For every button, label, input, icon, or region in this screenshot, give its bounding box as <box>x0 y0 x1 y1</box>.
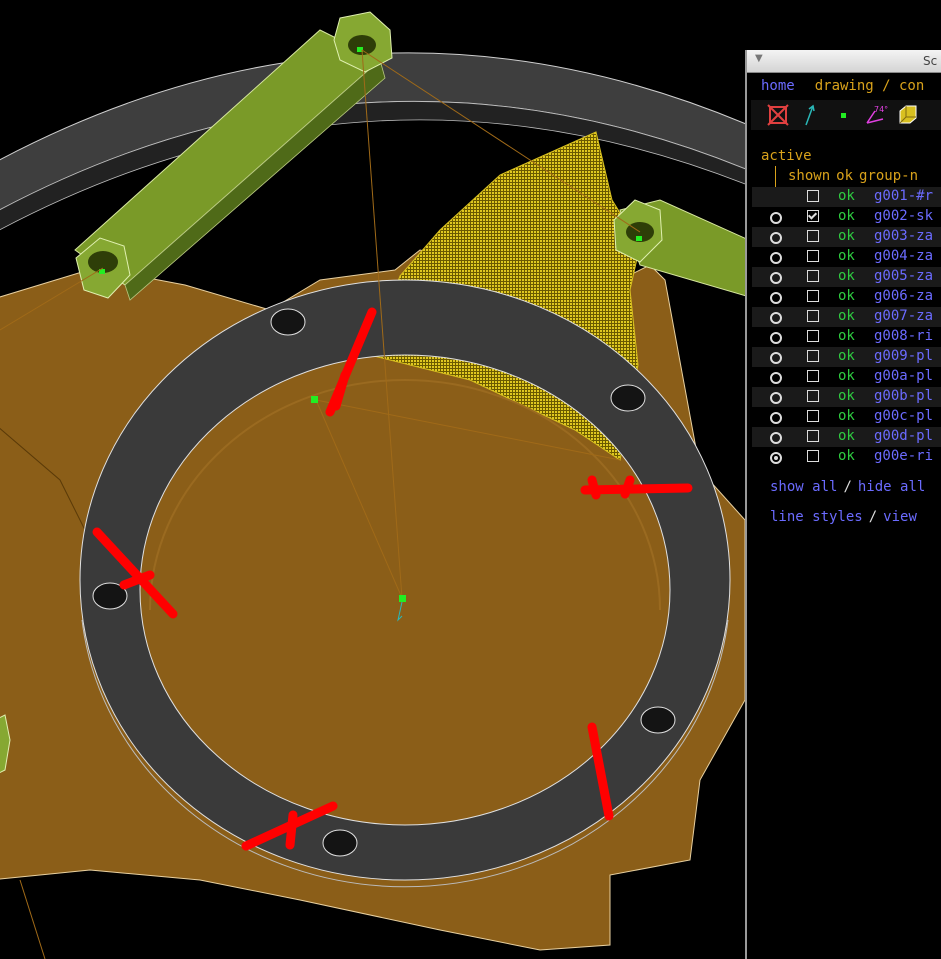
normal-arrow-icon[interactable] <box>797 103 823 127</box>
active-radio[interactable] <box>770 332 782 344</box>
group-name-link[interactable]: g003-za <box>874 228 933 244</box>
group-row[interactable]: ok g00e-ri <box>752 447 941 467</box>
ok-status: ok <box>838 448 855 464</box>
group-name-link[interactable]: g00a-pl <box>874 368 933 384</box>
point-icon[interactable] <box>831 103 857 127</box>
group-row[interactable]: ok g007-za <box>752 307 941 327</box>
display-toolbar: 74° <box>751 100 941 130</box>
shown-checkbox[interactable] <box>807 430 819 442</box>
shown-checkbox[interactable] <box>807 290 819 302</box>
angle-label: 74° <box>874 105 888 114</box>
ok-status: ok <box>838 268 855 284</box>
active-radio[interactable] <box>770 412 782 424</box>
shown-checkbox[interactable] <box>807 190 819 202</box>
group-name-link[interactable]: g005-za <box>874 268 933 284</box>
group-name-link[interactable]: g004-za <box>874 248 933 264</box>
ok-status: ok <box>838 288 855 304</box>
group-row[interactable]: ok g004-za <box>752 247 941 267</box>
ok-column-header: ok <box>836 168 854 184</box>
angle-icon[interactable]: 74° <box>863 103 889 127</box>
active-radio[interactable] <box>770 372 782 384</box>
active-radio[interactable] <box>770 292 782 304</box>
ok-status: ok <box>838 428 855 444</box>
group-name-link[interactable]: g006-za <box>874 288 933 304</box>
group-name-link[interactable]: g009-pl <box>874 348 933 364</box>
origin-point <box>399 595 406 602</box>
model-render <box>0 0 745 959</box>
group-row[interactable]: ok g002-sk <box>752 207 941 227</box>
group-list: ok g001-#r ok g002-sk ok g003-za ok g004-za ok g0… <box>752 187 941 467</box>
ok-status: ok <box>838 348 855 364</box>
line-styles-link[interactable]: line styles <box>770 509 863 525</box>
active-radio[interactable] <box>770 352 782 364</box>
shown-checkbox[interactable] <box>807 390 819 402</box>
active-radio[interactable] <box>770 312 782 324</box>
shown-checkbox[interactable] <box>807 410 819 422</box>
group-row[interactable]: ok g00c-pl <box>752 407 941 427</box>
shown-checkbox[interactable] <box>807 270 819 282</box>
group-name-link[interactable]: g00b-pl <box>874 388 933 404</box>
active-radio[interactable] <box>770 272 782 284</box>
active-radio[interactable] <box>770 452 782 464</box>
shown-checkbox[interactable] <box>807 210 819 222</box>
breadcrumb: home drawing / con <box>761 78 924 94</box>
ok-status: ok <box>838 408 855 424</box>
group-name-link[interactable]: g001-#r <box>874 188 933 204</box>
ok-status: ok <box>838 188 855 204</box>
hide-all-link[interactable]: hide all <box>858 479 925 495</box>
ok-status: ok <box>838 208 855 224</box>
group-row[interactable]: ok g009-pl <box>752 347 941 367</box>
group-name-link[interactable]: g00d-pl <box>874 428 933 444</box>
name-column-header: group-n <box>859 168 919 184</box>
group-table-header: shown ok group-n <box>788 168 924 184</box>
group-name-link[interactable]: g00c-pl <box>874 408 933 424</box>
breadcrumb-path: drawing / con <box>814 78 925 94</box>
ok-status: ok <box>838 328 855 344</box>
ok-status: ok <box>838 368 855 384</box>
group-row[interactable]: ok g003-za <box>752 227 941 247</box>
shaded-solid-icon[interactable] <box>895 103 921 127</box>
ok-status: ok <box>838 228 855 244</box>
active-radio[interactable] <box>770 252 782 264</box>
sketch-point <box>311 396 318 403</box>
shown-checkbox[interactable] <box>807 450 819 462</box>
active-column-header: active <box>761 148 812 164</box>
workplane-hidden-icon[interactable] <box>765 103 791 127</box>
active-radio[interactable] <box>770 212 782 224</box>
shown-checkbox[interactable] <box>807 350 819 362</box>
show-all-link[interactable]: show all <box>770 479 837 495</box>
3d-viewport[interactable] <box>0 0 745 959</box>
active-radio[interactable] <box>770 232 782 244</box>
style-links: line styles / view <box>770 509 917 525</box>
group-name-link[interactable]: g002-sk <box>874 208 933 224</box>
group-row[interactable]: ok g00b-pl <box>752 387 941 407</box>
group-name-link[interactable]: g007-za <box>874 308 933 324</box>
group-row[interactable]: ok g006-za <box>752 287 941 307</box>
shown-column-header: shown <box>788 168 831 184</box>
shown-checkbox[interactable] <box>807 230 819 242</box>
group-row[interactable]: ok g005-za <box>752 267 941 287</box>
home-link[interactable]: home <box>761 78 795 94</box>
window-menu-icon[interactable]: ▼ <box>755 53 763 64</box>
ok-status: ok <box>838 248 855 264</box>
shown-checkbox[interactable] <box>807 330 819 342</box>
group-row[interactable]: ok g00a-pl <box>752 367 941 387</box>
group-name-link[interactable]: g00e-ri <box>874 448 933 464</box>
window-titlebar[interactable]: ▼ Sc <box>747 50 941 73</box>
active-radio[interactable] <box>770 392 782 404</box>
window-title: Sc <box>923 54 938 68</box>
shown-checkbox[interactable] <box>807 370 819 382</box>
group-row[interactable]: ok g00d-pl <box>752 427 941 447</box>
ok-status: ok <box>838 308 855 324</box>
active-radio[interactable] <box>770 432 782 444</box>
shown-checkbox[interactable] <box>807 250 819 262</box>
view-link[interactable]: view <box>883 509 917 525</box>
group-name-link[interactable]: g008-ri <box>874 328 933 344</box>
ok-status: ok <box>838 388 855 404</box>
visibility-links: show all / hide all <box>770 479 926 495</box>
property-browser-window: ▼ Sc home drawing / con 74° active shown o… <box>745 50 941 959</box>
group-row[interactable]: ok g001-#r <box>752 187 941 207</box>
group-row[interactable]: ok g008-ri <box>752 327 941 347</box>
shown-checkbox[interactable] <box>807 310 819 322</box>
